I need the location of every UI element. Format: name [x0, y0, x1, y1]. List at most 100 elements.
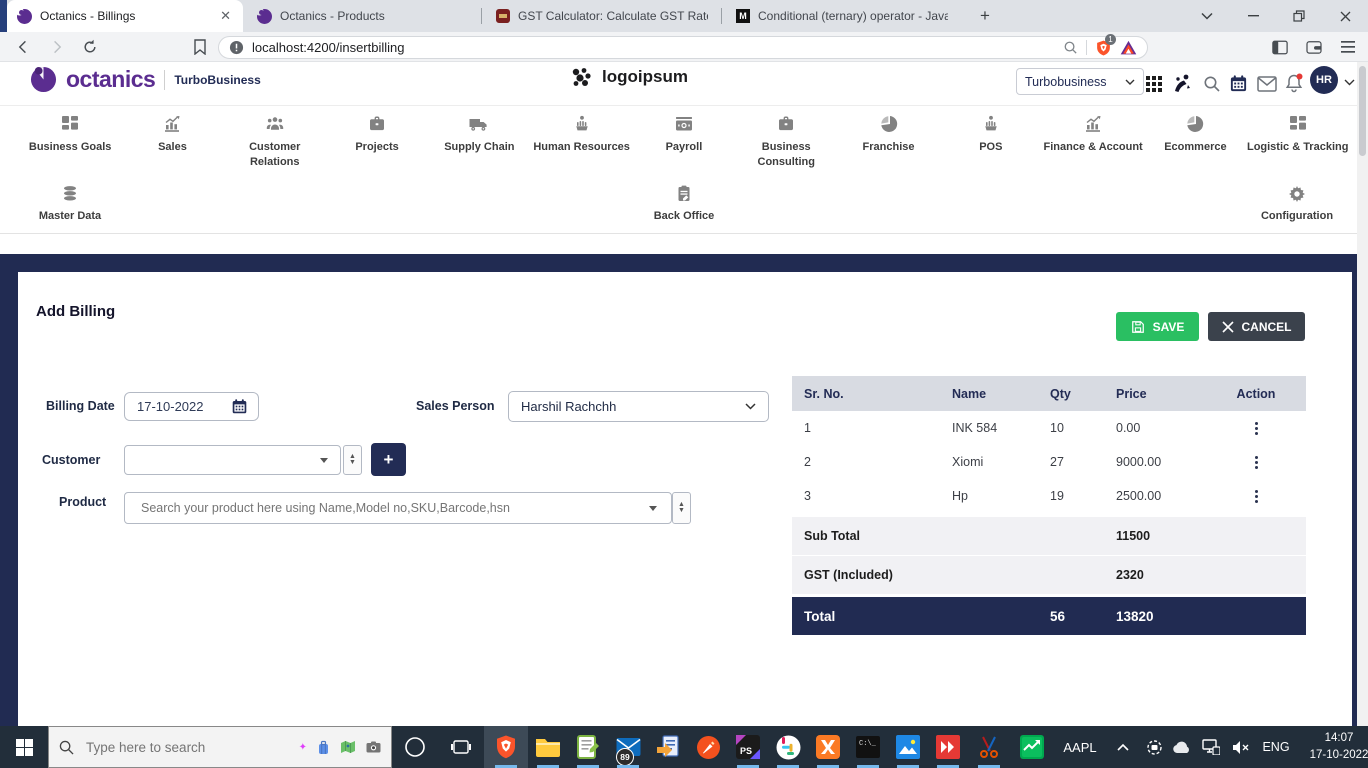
cancel-label: CANCEL [1242, 320, 1292, 334]
customer-select[interactable] [124, 445, 341, 475]
cancel-button[interactable]: CANCEL [1208, 312, 1305, 341]
calendar-icon[interactable] [231, 398, 248, 415]
taskbar-notepad[interactable] [568, 726, 608, 768]
spin-down-icon[interactable]: ▼ [678, 508, 685, 514]
nav-item-business-consulting[interactable]: Business Consulting [735, 114, 837, 171]
browser-menu-icon[interactable] [1338, 37, 1358, 57]
brave-shields-icon[interactable]: 1 [1095, 39, 1112, 57]
nav-item-projects[interactable]: Projects [326, 114, 428, 171]
window-maximize-button[interactable] [1276, 0, 1322, 32]
cortana-button[interactable] [392, 726, 438, 768]
taskbar-quick-share[interactable] [928, 726, 968, 768]
brave-rewards-icon[interactable] [1120, 40, 1137, 56]
nav-item-business-goals[interactable]: Business Goals [19, 114, 121, 171]
taskbar-terminal[interactable]: C:\_ [848, 726, 888, 768]
chevron-down-icon [320, 458, 328, 463]
product-spinner[interactable]: ▲ ▼ [672, 492, 691, 524]
taskbar-brave[interactable] [484, 726, 528, 768]
sales-person-select[interactable]: Harshil Rachchh [508, 391, 769, 422]
row-actions-menu-icon[interactable] [1252, 419, 1261, 438]
window-close-button[interactable] [1322, 0, 1368, 32]
nav-item-back-office[interactable]: Back Office [629, 184, 739, 222]
nav-item-master-data[interactable]: Master Data [15, 184, 125, 222]
calendar-icon[interactable] [1229, 74, 1248, 93]
taskbar-mail[interactable]: 89 [608, 726, 648, 768]
brand-logo[interactable]: octanics TurboBusiness [30, 66, 261, 93]
tab-close-icon[interactable]: ✕ [218, 8, 233, 24]
url-text[interactable]: localhost:4200/insertbilling [252, 40, 1055, 55]
scrollbar-thumb[interactable] [1359, 66, 1366, 156]
tray-screen-record-icon[interactable] [1140, 726, 1168, 768]
taskbar-photos[interactable] [888, 726, 928, 768]
zoom-icon[interactable] [1063, 40, 1078, 55]
site-info-icon[interactable] [229, 40, 244, 55]
nav-item-finance-account[interactable]: Finance & Account [1042, 114, 1144, 171]
nav-item-ecommerce[interactable]: Ecommerce [1144, 114, 1246, 171]
new-tab-button[interactable]: + [972, 4, 998, 28]
tray-clock[interactable]: 14:07 17-10-2022 [1296, 726, 1368, 768]
window-minimize-button[interactable] [1230, 0, 1276, 32]
tray-onedrive-icon[interactable] [1168, 726, 1196, 768]
taskbar-pen-tool[interactable] [688, 726, 728, 768]
support-icon[interactable] [1172, 73, 1193, 94]
tray-stocks-app[interactable] [1010, 726, 1054, 768]
nav-item-customer-relations[interactable]: Customer Relations [224, 114, 326, 171]
tray-hidden-icons-chevron[interactable] [1106, 726, 1140, 768]
nav-item-sales[interactable]: Sales [121, 114, 223, 171]
tab-title: GST Calculator: Calculate GST Rates in [518, 9, 708, 23]
tray-volume-muted-icon[interactable] [1226, 726, 1256, 768]
page-scrollbar[interactable] [1357, 62, 1368, 726]
user-avatar[interactable]: HR [1310, 66, 1338, 94]
sidebar-toggle-icon[interactable] [1270, 37, 1290, 57]
product-search-input[interactable] [139, 500, 649, 516]
taskbar-screen-clip[interactable] [968, 726, 1010, 768]
tray-stock-ticker[interactable]: AAPL [1054, 726, 1106, 768]
nav-item-logistic-tracking[interactable]: Logistic & Tracking [1247, 114, 1349, 171]
workspace-select[interactable]: Turbobusiness [1016, 68, 1144, 95]
taskbar-slack[interactable] [768, 726, 808, 768]
row-actions-menu-icon[interactable] [1252, 453, 1261, 472]
row-actions-menu-icon[interactable] [1252, 487, 1261, 506]
add-customer-button[interactable]: + [371, 443, 406, 476]
brave-wallet-icon[interactable] [1304, 37, 1324, 57]
notifications-bell-icon[interactable] [1284, 73, 1304, 94]
briefcase-icon [776, 114, 796, 134]
nav-item-payroll[interactable]: Payroll [633, 114, 735, 171]
nav-item-supply-chain[interactable]: Supply Chain [428, 114, 530, 171]
save-button[interactable]: SAVE [1116, 312, 1199, 341]
product-search-field[interactable] [124, 492, 672, 524]
billing-date-input[interactable] [135, 398, 223, 415]
tab-gst-calculator[interactable]: GST Calculator: Calculate GST Rates in [486, 0, 718, 32]
tab-octanics-billings[interactable]: Octanics - Billings ✕ [7, 0, 243, 32]
profile-chevron-icon[interactable] [1344, 79, 1355, 86]
taskbar-phpstorm[interactable]: PS [728, 726, 768, 768]
bookmark-icon[interactable] [190, 37, 210, 57]
nav-item-pos[interactable]: POS [940, 114, 1042, 171]
spin-down-icon[interactable]: ▼ [349, 460, 356, 466]
start-button[interactable] [0, 726, 48, 768]
nav-item-configuration[interactable]: Configuration [1242, 184, 1352, 222]
octanics-favicon [257, 9, 272, 24]
tab-mdn-ternary[interactable]: M Conditional (ternary) operator - JavaS… [726, 0, 958, 32]
taskbar-import-doc[interactable] [648, 726, 688, 768]
tray-language[interactable]: ENG [1256, 726, 1296, 768]
tray-network-icon[interactable] [1196, 726, 1226, 768]
address-bar[interactable]: localhost:4200/insertbilling 1 [218, 36, 1148, 59]
mail-icon[interactable] [1257, 76, 1277, 92]
taskbar-xampp[interactable] [808, 726, 848, 768]
back-button[interactable] [13, 37, 33, 57]
tab-octanics-products[interactable]: Octanics - Products [247, 0, 479, 32]
tab-search-chevron-icon[interactable] [1184, 0, 1230, 32]
search-icon[interactable] [1203, 75, 1221, 93]
refresh-button[interactable] [80, 37, 100, 57]
taskbar-search-input[interactable] [84, 739, 289, 756]
forward-button[interactable] [47, 37, 67, 57]
nav-item-franchise[interactable]: Franchise [837, 114, 939, 171]
nav-item-human-resources[interactable]: Human Resources [530, 114, 632, 171]
apps-grid-icon[interactable] [1146, 76, 1162, 92]
task-view-button[interactable] [438, 726, 484, 768]
billing-date-field[interactable] [124, 392, 259, 421]
customer-spinner[interactable]: ▲ ▼ [343, 445, 362, 475]
taskbar-search-box[interactable]: ✦ [48, 726, 392, 768]
taskbar-file-explorer[interactable] [528, 726, 568, 768]
